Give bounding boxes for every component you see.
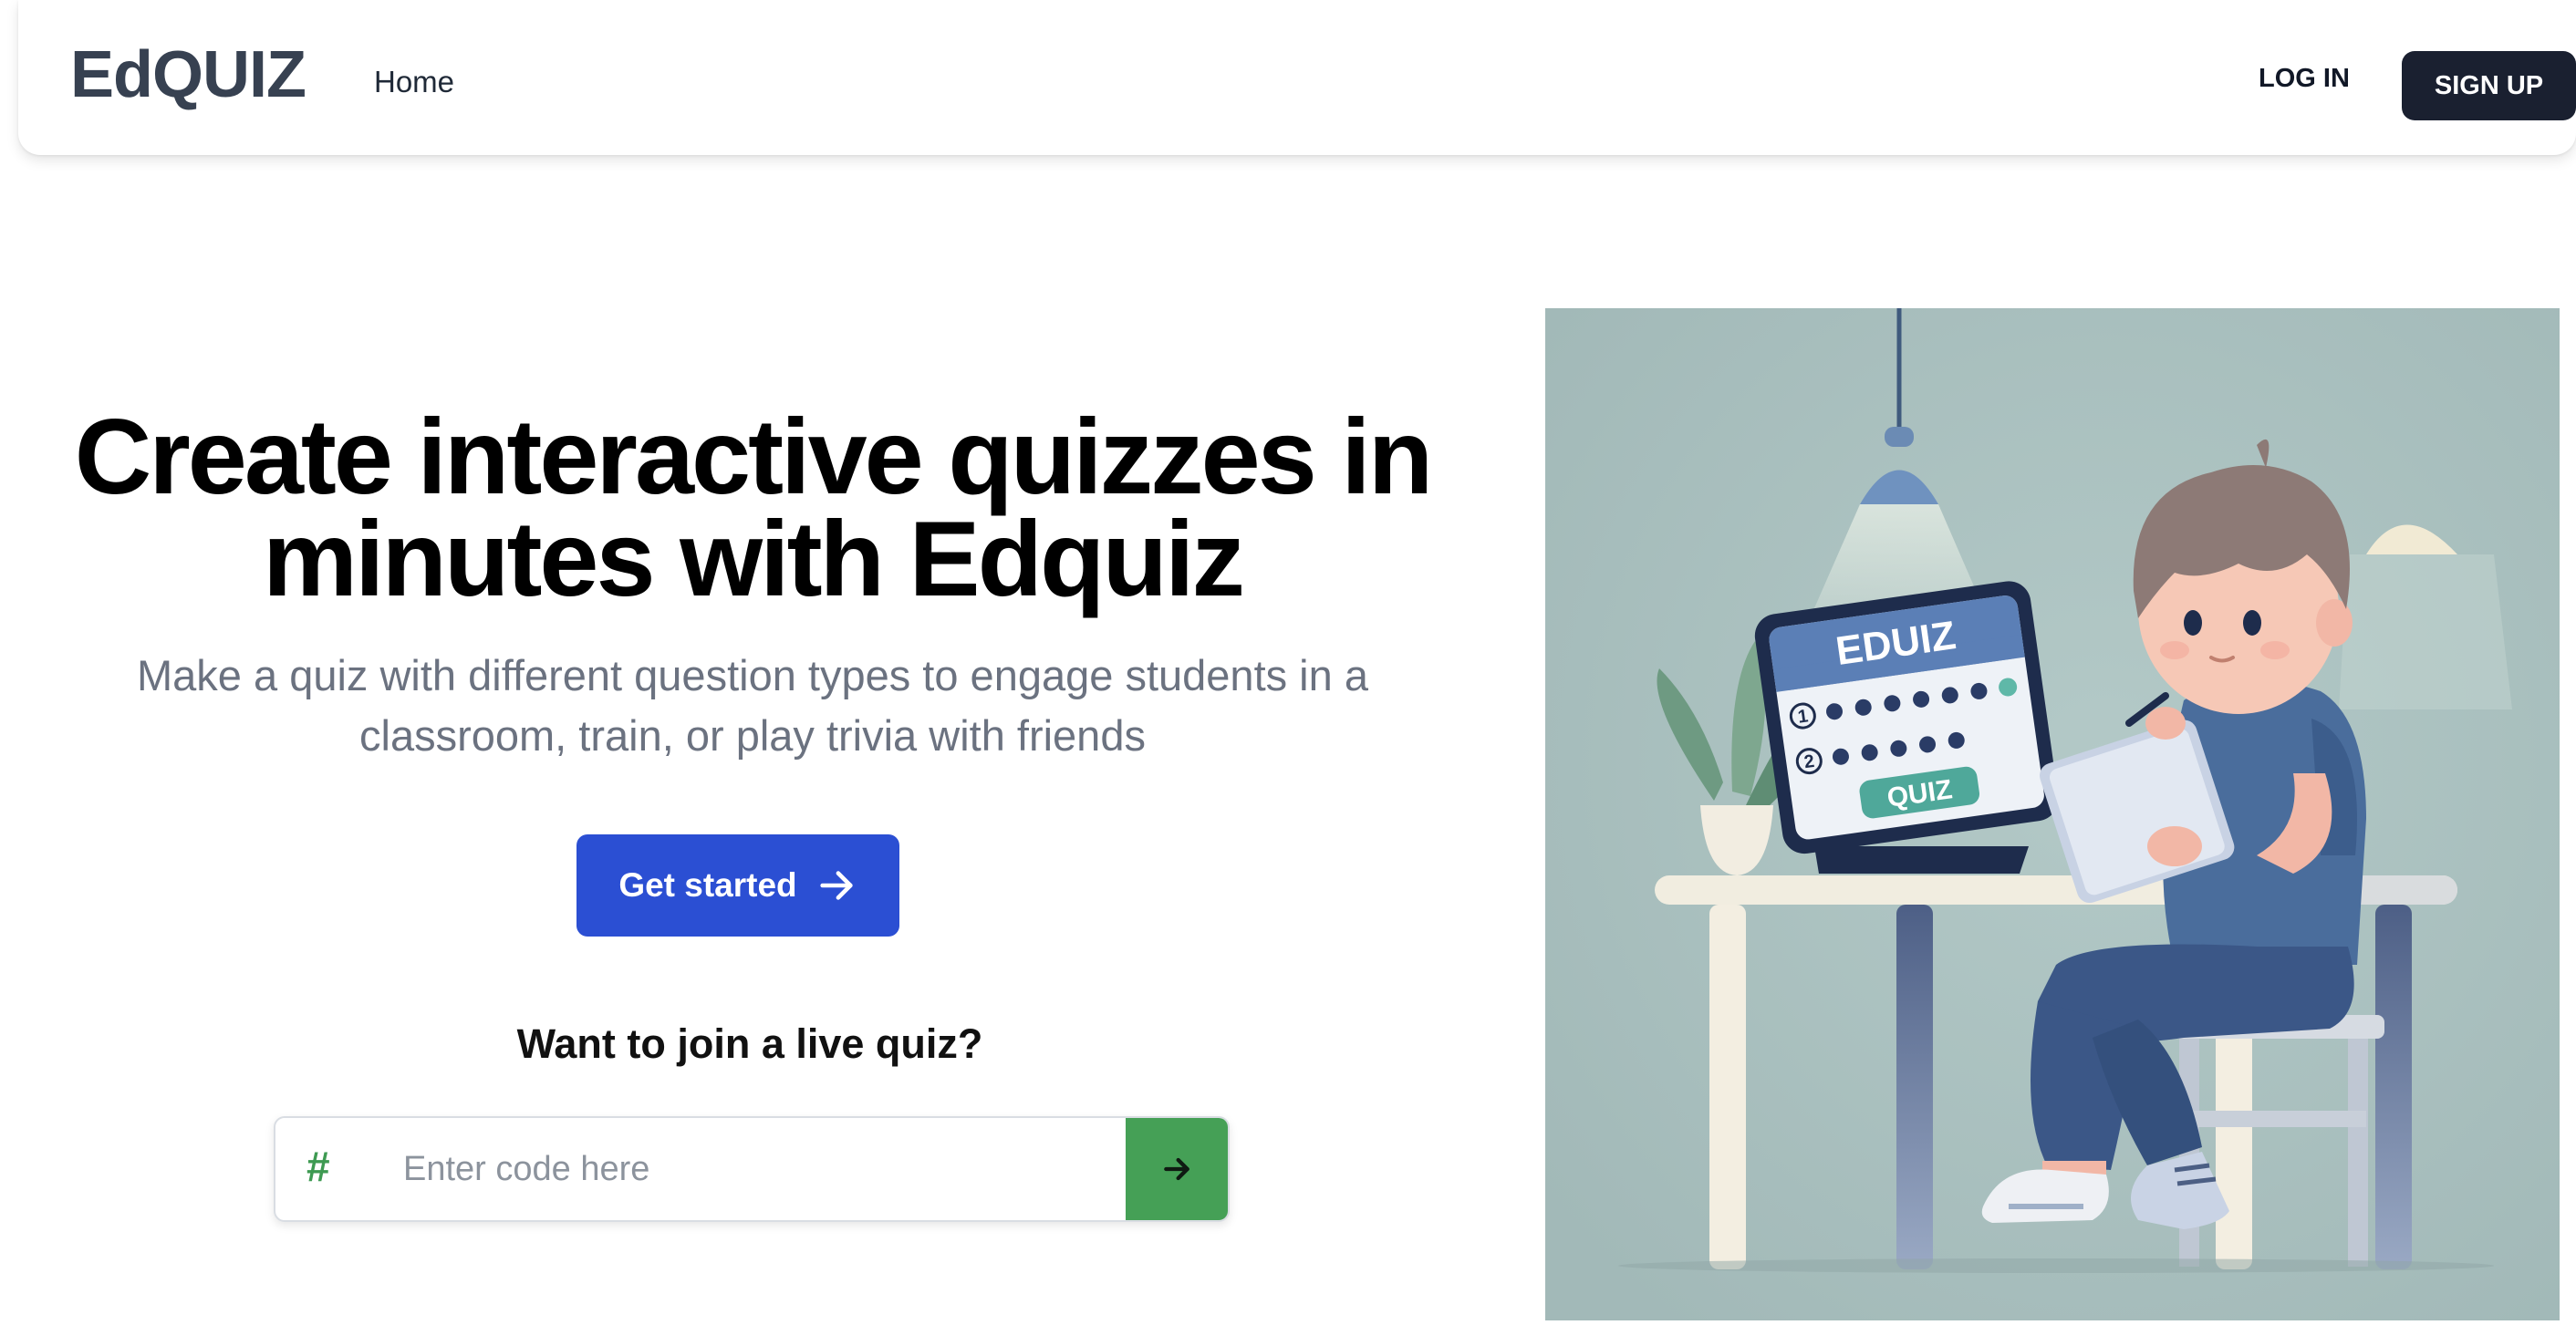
join-submit-button[interactable] xyxy=(1126,1118,1228,1220)
signup-button[interactable]: SIGN UP xyxy=(2402,51,2576,120)
join-code-form: # xyxy=(274,1116,1230,1222)
hero-title-line-2: minutes with Edquiz xyxy=(263,499,1245,618)
logo[interactable]: EdQUIZ xyxy=(70,42,306,108)
hero-title: Create interactive quizzes in minutes wi… xyxy=(27,397,1478,618)
hero-title-line-1: Create interactive quizzes in xyxy=(74,397,1434,516)
hero-subtitle-line-1: Make a quiz with different question type… xyxy=(137,651,1368,699)
get-started-label: Get started xyxy=(618,866,797,904)
top-nav-bar: EdQUIZ Home LOG IN SIGN UP xyxy=(18,0,2576,155)
boy-with-tablet-illustration: EDUIZ 1 2 QUIZ xyxy=(1545,308,2560,1320)
hero-illustration: EDUIZ 1 2 QUIZ xyxy=(1545,308,2560,1320)
quiz-code-input[interactable] xyxy=(385,1118,1115,1220)
get-started-button[interactable]: Get started xyxy=(576,834,899,937)
arrow-right-icon xyxy=(1164,1157,1189,1181)
nav-link-home[interactable]: Home xyxy=(374,67,454,97)
arrow-right-icon xyxy=(820,871,853,900)
hash-icon: # xyxy=(306,1143,330,1190)
hero-subtitle-line-2: classroom, train, or play trivia with fr… xyxy=(359,711,1146,760)
hero-subtitle: Make a quiz with different question type… xyxy=(73,646,1432,766)
join-quiz-heading: Want to join a live quiz? xyxy=(516,1020,983,1067)
login-button[interactable]: LOG IN xyxy=(2259,66,2350,92)
